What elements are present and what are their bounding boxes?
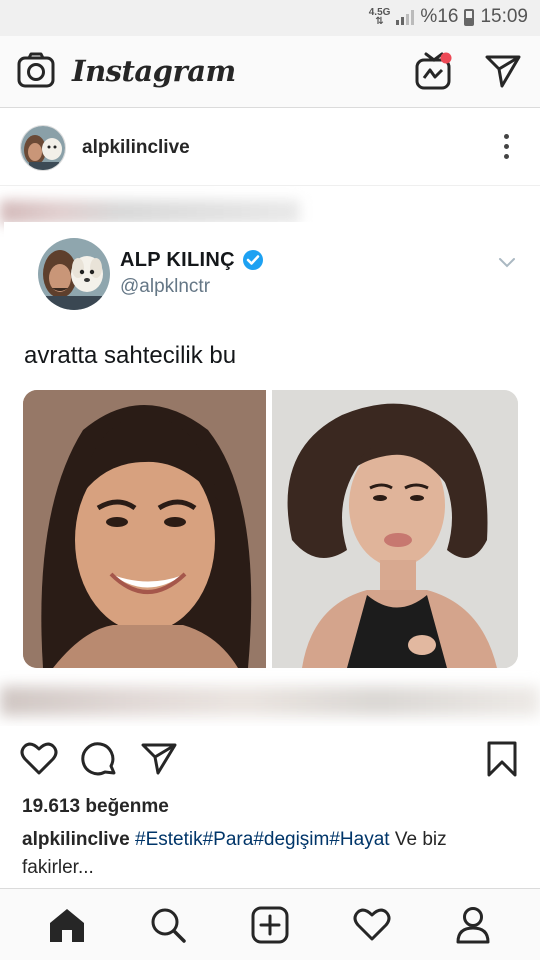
network-indicator: 4.5G ⇅ <box>368 7 391 27</box>
profile-icon[interactable] <box>443 895 503 955</box>
post-actions <box>0 726 540 790</box>
battery-percent: %16 <box>420 6 459 27</box>
app-header: Instagram <box>0 36 540 108</box>
tweet-photo-after <box>272 390 518 668</box>
post-header: alpkilinclive <box>0 110 540 186</box>
hashtag-link[interactable]: #Estetik <box>135 829 203 850</box>
app-logo: Instagram <box>72 54 236 88</box>
post-caption: alpkilinclive #Estetik#Para#degişim#Haya… <box>22 826 522 882</box>
status-bar: 4.5G ⇅ %16 15:09 <box>0 0 540 36</box>
caption-username[interactable]: alpkilinclive <box>22 829 130 850</box>
activity-heart-icon[interactable] <box>342 895 402 955</box>
search-icon[interactable] <box>138 895 198 955</box>
battery-icon <box>464 8 475 26</box>
comment-icon[interactable] <box>81 742 117 783</box>
clock: 15:09 <box>480 6 528 27</box>
add-post-icon[interactable] <box>240 895 300 955</box>
tweet-author-handle: @alpklnctr <box>120 276 211 297</box>
tweet-text: avratta sahtecilik bu <box>24 342 237 369</box>
direct-message-icon[interactable] <box>484 53 522 94</box>
signal-icon <box>396 9 415 25</box>
more-vertical-icon[interactable] <box>502 134 510 159</box>
camera-icon[interactable] <box>17 52 55 95</box>
avatar[interactable] <box>20 125 66 171</box>
home-icon[interactable] <box>37 895 97 955</box>
blurred-edge-top <box>0 200 300 224</box>
tweet-author-name: ALP KILINÇ <box>120 249 235 271</box>
blurred-edge-bottom <box>0 686 540 716</box>
chevron-down-icon <box>498 256 516 274</box>
hashtag-link[interactable]: #Para <box>203 829 254 850</box>
caption-text-more: fakirler... <box>22 857 94 878</box>
tweet-photo-before <box>23 390 266 668</box>
tweet-photos <box>23 390 518 668</box>
share-icon[interactable] <box>140 742 178 781</box>
like-count[interactable]: 19.613 beğenme <box>22 796 169 818</box>
hashtag-link[interactable]: #Hayat <box>329 829 389 850</box>
verified-badge-icon <box>242 249 264 276</box>
caption-text: Ve biz <box>394 829 447 850</box>
tweet-avatar <box>38 238 110 310</box>
post-username[interactable]: alpkilinclive <box>82 137 190 159</box>
heart-icon[interactable] <box>20 742 58 781</box>
bottom-navigation <box>0 888 540 960</box>
post-image[interactable]: ALP KILINÇ @alpklnctr avratta sahtecilik… <box>0 186 540 726</box>
igtv-icon[interactable] <box>414 50 454 97</box>
tweet-card: ALP KILINÇ @alpklnctr avratta sahtecilik… <box>4 222 536 692</box>
hashtag-link[interactable]: #degişim <box>253 829 329 850</box>
status-indicators: 4.5G ⇅ %16 15:09 <box>369 6 528 28</box>
bookmark-icon[interactable] <box>486 740 518 783</box>
